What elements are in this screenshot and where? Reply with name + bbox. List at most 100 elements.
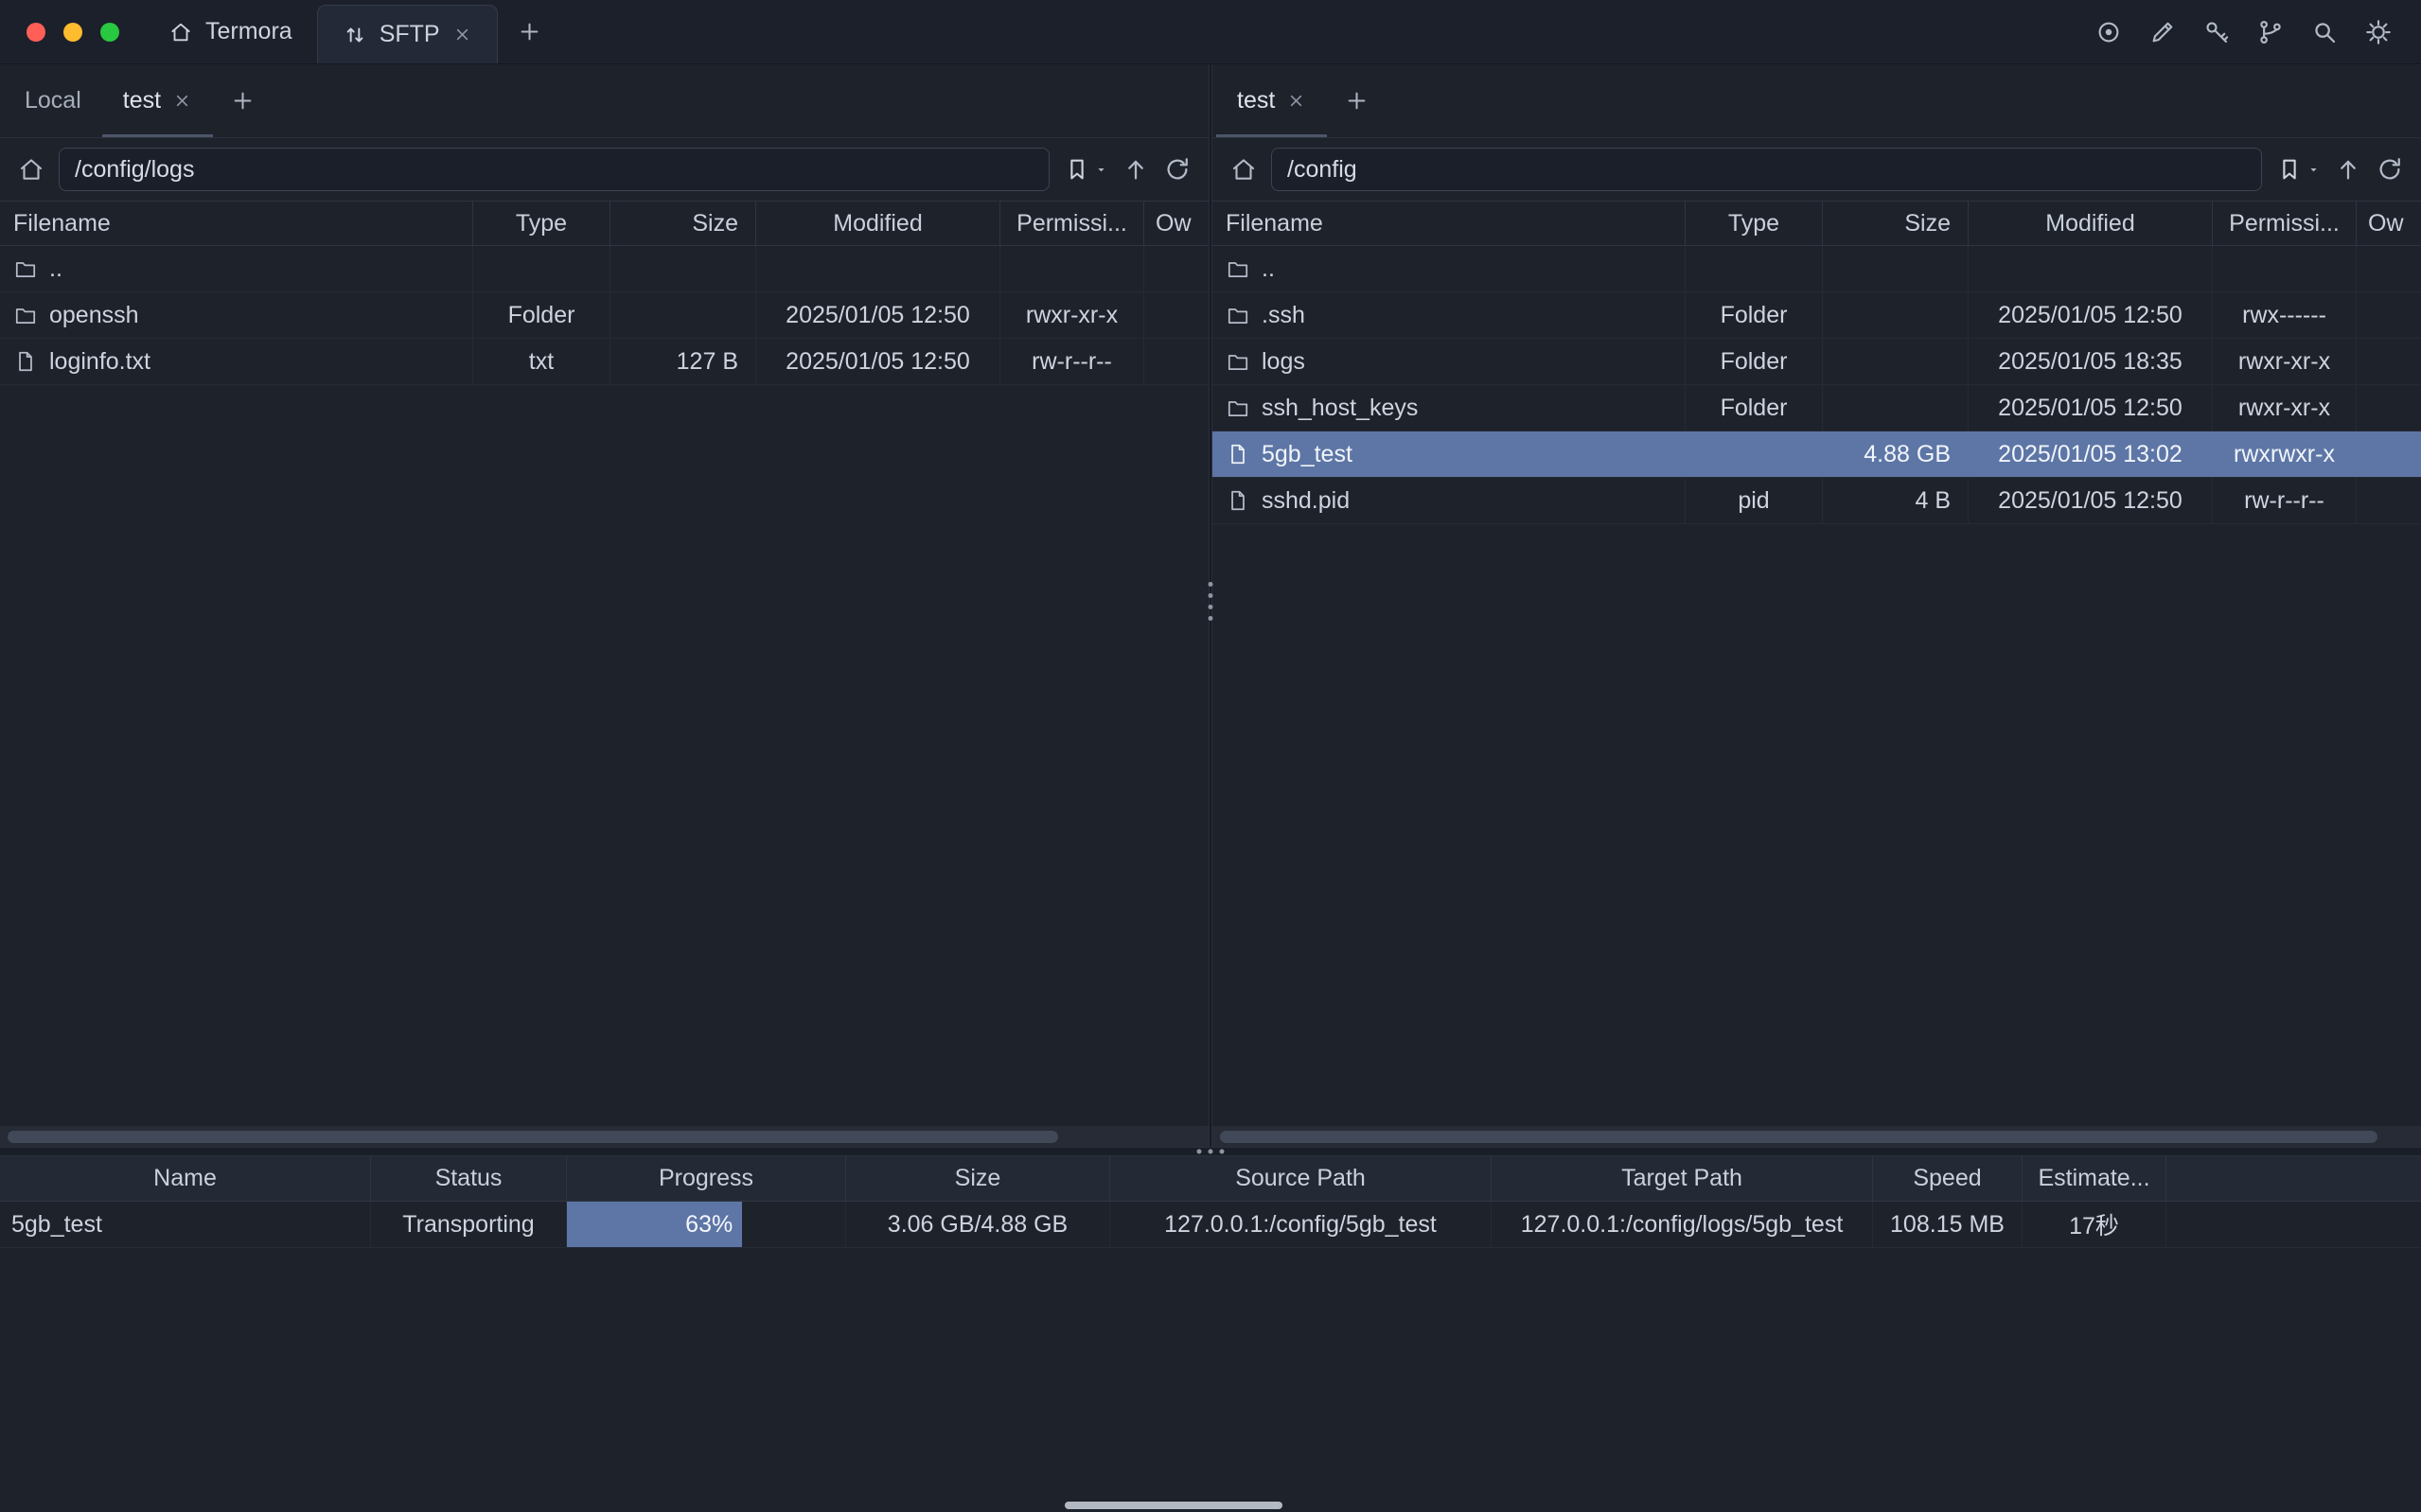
table-row[interactable]: .ssh Folder 2025/01/05 12:50 rwx------ (1212, 292, 2421, 339)
zoom-window-button[interactable] (100, 23, 119, 42)
path-input[interactable] (1271, 148, 2262, 191)
column-header-speed[interactable]: Speed (1873, 1156, 2023, 1201)
parent-directory-button[interactable] (1122, 155, 1150, 184)
size-cell (1823, 385, 1969, 431)
column-header-filename[interactable]: Filename (0, 202, 473, 245)
home-icon (168, 20, 193, 44)
table-row[interactable]: sshd.pid pid 4 B 2025/01/05 12:50 rw-r--… (1212, 478, 2421, 524)
left-pane-tabs: Local test (0, 64, 1209, 138)
permissions-cell: rwxr-xr-x (2213, 339, 2357, 384)
minimize-window-button[interactable] (63, 23, 82, 42)
tab-local[interactable]: Local (4, 64, 102, 137)
new-session-tab-button[interactable] (213, 64, 273, 137)
bookmark-icon (2275, 155, 2304, 184)
permissions-cell: rwxr-xr-x (2213, 385, 2357, 431)
settings-icon (2364, 18, 2393, 46)
plus-icon (230, 88, 256, 114)
permissions-cell (2213, 246, 2357, 291)
table-row[interactable]: logs Folder 2025/01/05 18:35 rwxr-xr-x (1212, 339, 2421, 385)
sftp-panes: Local test (0, 64, 2421, 1147)
close-window-button[interactable] (27, 23, 45, 42)
tab-termora[interactable]: Termora (144, 0, 317, 63)
table-row[interactable]: loginfo.txt txt 127 B 2025/01/05 12:50 r… (0, 339, 1209, 385)
edit-button[interactable] (2148, 18, 2177, 46)
settings-button[interactable] (2364, 18, 2393, 46)
column-header-source-path[interactable]: Source Path (1110, 1156, 1492, 1201)
branch-icon (2256, 18, 2285, 46)
column-header-modified[interactable]: Modified (756, 202, 1000, 245)
column-header-filename[interactable]: Filename (1212, 202, 1686, 245)
type-cell (473, 246, 610, 291)
close-icon[interactable] (172, 91, 192, 111)
column-header-name[interactable]: Name (0, 1156, 371, 1201)
new-tab-button[interactable] (498, 0, 561, 63)
size-cell (1823, 339, 1969, 384)
refresh-icon (1163, 155, 1192, 184)
refresh-button[interactable] (2376, 155, 2404, 184)
owner-cell (2357, 339, 2421, 384)
close-icon[interactable] (452, 25, 472, 44)
scrollbar-thumb[interactable] (1220, 1131, 2377, 1143)
column-header-modified[interactable]: Modified (1969, 202, 2213, 245)
splitter-handle[interactable] (1197, 1150, 1225, 1154)
pane-splitter[interactable] (1209, 64, 1212, 1147)
bottom-scrollbar-thumb[interactable] (1065, 1502, 1282, 1509)
bookmark-icon (1063, 155, 1091, 184)
bookmark-button[interactable] (1063, 155, 1108, 184)
column-header-progress[interactable]: Progress (567, 1156, 846, 1201)
transfer-speed: 108.15 MB (1873, 1202, 2023, 1247)
scrollbar-thumb[interactable] (8, 1131, 1058, 1143)
refresh-button[interactable] (1163, 155, 1192, 184)
owner-cell (2357, 478, 2421, 523)
size-cell (610, 292, 756, 338)
tab-sftp[interactable]: SFTP (317, 5, 498, 63)
column-header-permissions[interactable]: Permissi... (1000, 202, 1144, 245)
column-header-owner[interactable]: Ow (1144, 202, 1209, 245)
column-header-status[interactable]: Status (371, 1156, 567, 1201)
table-row[interactable]: .. (1212, 246, 2421, 292)
branch-button[interactable] (2256, 18, 2285, 46)
path-input[interactable] (59, 148, 1050, 191)
column-header-estimate[interactable]: Estimate... (2023, 1156, 2166, 1201)
table-row[interactable]: .. (0, 246, 1209, 292)
permissions-cell: rwxr-xr-x (1000, 292, 1144, 338)
modified-cell: 2025/01/05 13:02 (1969, 431, 2213, 477)
transfers-splitter[interactable] (0, 1147, 2421, 1156)
search-button[interactable] (2310, 18, 2339, 46)
tab-test-right[interactable]: test (1216, 64, 1327, 137)
column-header-type[interactable]: Type (473, 202, 610, 245)
column-header-size[interactable]: Size (1823, 202, 1969, 245)
column-header-target-path[interactable]: Target Path (1492, 1156, 1873, 1201)
tab-termora-label: Termora (205, 18, 292, 45)
close-icon[interactable] (1286, 91, 1306, 111)
home-button[interactable] (17, 155, 45, 184)
search-icon (2310, 18, 2339, 46)
table-row[interactable]: openssh Folder 2025/01/05 12:50 rwxr-xr-… (0, 292, 1209, 339)
size-cell: 4.88 GB (1823, 431, 1969, 477)
owner-cell (1144, 246, 1209, 291)
table-row-selected[interactable]: 5gb_test 4.88 GB 2025/01/05 13:02 rwxrwx… (1212, 431, 2421, 478)
home-button[interactable] (1229, 155, 1258, 184)
filename: sshd.pid (1262, 487, 1350, 515)
parent-directory-button[interactable] (2334, 155, 2362, 184)
refresh-icon (2376, 155, 2404, 184)
splitter-handle[interactable] (1209, 582, 1213, 621)
row-filler (2166, 1202, 2421, 1247)
plus-icon (517, 19, 542, 44)
column-header-permissions[interactable]: Permissi... (2213, 202, 2357, 245)
table-row[interactable]: ssh_host_keys Folder 2025/01/05 12:50 rw… (1212, 385, 2421, 431)
record-button[interactable] (2094, 18, 2123, 46)
new-session-tab-button[interactable] (1327, 64, 1387, 137)
horizontal-scrollbar[interactable] (1212, 1126, 2421, 1147)
filename: .. (1262, 255, 1275, 283)
column-header-size[interactable]: Size (846, 1156, 1110, 1201)
key-button[interactable] (2202, 18, 2231, 46)
transfer-row[interactable]: 5gb_test Transporting 63% 3.06 GB/4.88 G… (0, 1202, 2421, 1248)
column-header-owner[interactable]: Ow (2357, 202, 2421, 245)
bookmark-button[interactable] (2275, 155, 2321, 184)
column-header-type[interactable]: Type (1686, 202, 1823, 245)
horizontal-scrollbar[interactable] (0, 1126, 1209, 1147)
tab-test-left[interactable]: test (102, 64, 213, 137)
modified-cell: 2025/01/05 12:50 (756, 339, 1000, 384)
column-header-size[interactable]: Size (610, 202, 756, 245)
